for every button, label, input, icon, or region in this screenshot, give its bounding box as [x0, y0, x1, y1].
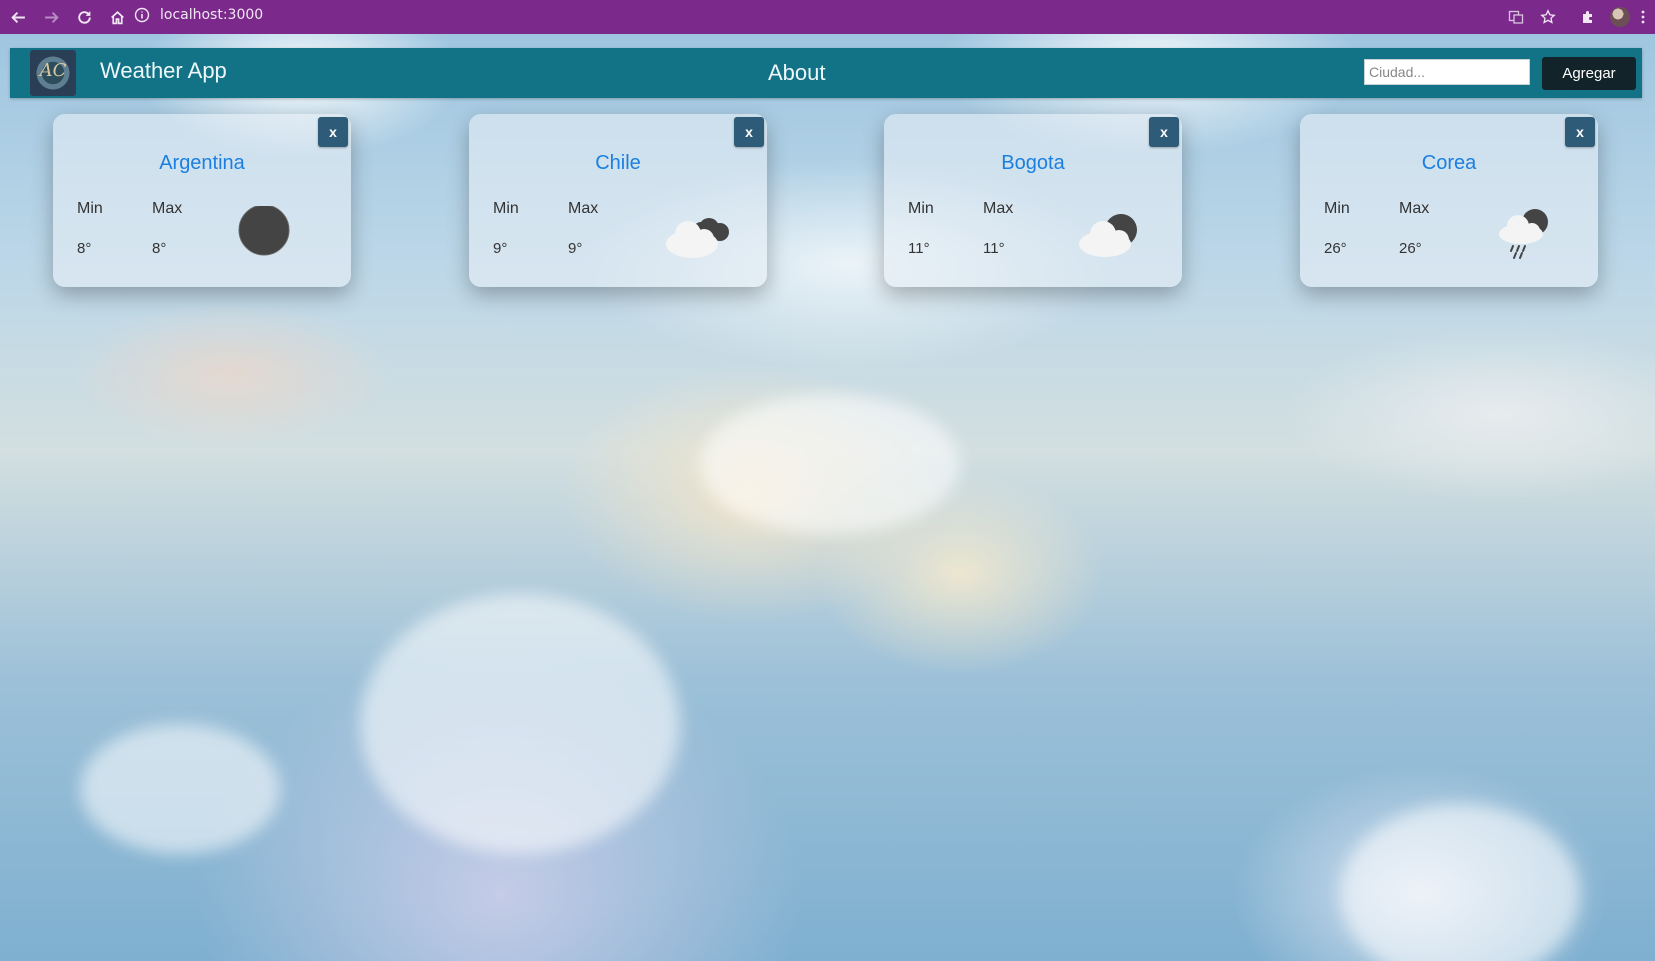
- weather-card-corea: x Corea Min Max 26° 26°: [1300, 114, 1598, 287]
- min-label: Min: [908, 200, 934, 217]
- close-card-button[interactable]: x: [734, 117, 764, 147]
- city-search-input[interactable]: [1364, 59, 1530, 85]
- max-temp: 8°: [152, 240, 167, 257]
- back-icon[interactable]: [3, 2, 33, 32]
- site-info-icon[interactable]: [134, 7, 150, 23]
- app-title[interactable]: Weather App: [100, 58, 227, 84]
- close-card-button[interactable]: x: [1149, 117, 1179, 147]
- home-icon[interactable]: [102, 2, 132, 32]
- dark-circle-icon: [238, 206, 290, 256]
- min-temp: 26°: [1324, 240, 1347, 257]
- extensions-icon[interactable]: [1575, 4, 1601, 30]
- profile-avatar[interactable]: [1607, 4, 1633, 30]
- max-label: Max: [1399, 200, 1430, 217]
- min-label: Min: [77, 200, 103, 217]
- reload-icon[interactable]: [69, 2, 99, 32]
- city-name: Corea: [1421, 152, 1477, 174]
- max-temp: 26°: [1399, 240, 1422, 257]
- max-label: Max: [152, 200, 183, 217]
- browser-toolbar: localhost:3000: [0, 0, 1655, 34]
- city-name: Argentina: [159, 152, 245, 174]
- max-temp: 11°: [983, 240, 1005, 257]
- add-city-button[interactable]: Agregar: [1542, 57, 1636, 90]
- min-temp: 11°: [908, 240, 930, 257]
- weather-card-argentina: x Argentina Min Max 8° 8°: [53, 114, 351, 287]
- translate-icon[interactable]: [1503, 4, 1529, 30]
- address-bar[interactable]: localhost:3000: [134, 3, 1494, 27]
- min-label: Min: [493, 200, 519, 217]
- city-name: Chile: [595, 152, 641, 174]
- about-link[interactable]: About: [768, 60, 826, 86]
- url-text: localhost:3000: [160, 7, 264, 23]
- close-card-button[interactable]: x: [318, 117, 348, 147]
- app-navbar: AC Weather App About Agregar: [10, 48, 1642, 98]
- bookmark-star-icon[interactable]: [1535, 4, 1561, 30]
- min-temp: 9°: [493, 240, 508, 257]
- cloudy-icon: [1079, 214, 1137, 257]
- app-logo[interactable]: AC: [30, 50, 76, 96]
- min-temp: 8°: [77, 240, 92, 257]
- close-card-button[interactable]: x: [1565, 117, 1595, 147]
- broken-clouds-icon: [666, 218, 729, 258]
- forward-icon[interactable]: [36, 2, 66, 32]
- weather-card-chile: x Chile Min Max 9° 9°: [469, 114, 767, 287]
- min-label: Min: [1324, 200, 1350, 217]
- weather-card-bogota: x Bogota Min Max 11° 11°: [884, 114, 1182, 287]
- menu-dots-icon[interactable]: [1635, 4, 1651, 30]
- max-label: Max: [983, 200, 1014, 217]
- max-temp: 9°: [568, 240, 583, 257]
- city-name: Bogota: [1001, 152, 1065, 174]
- max-label: Max: [568, 200, 599, 217]
- rain-cloud-icon: [1499, 209, 1548, 259]
